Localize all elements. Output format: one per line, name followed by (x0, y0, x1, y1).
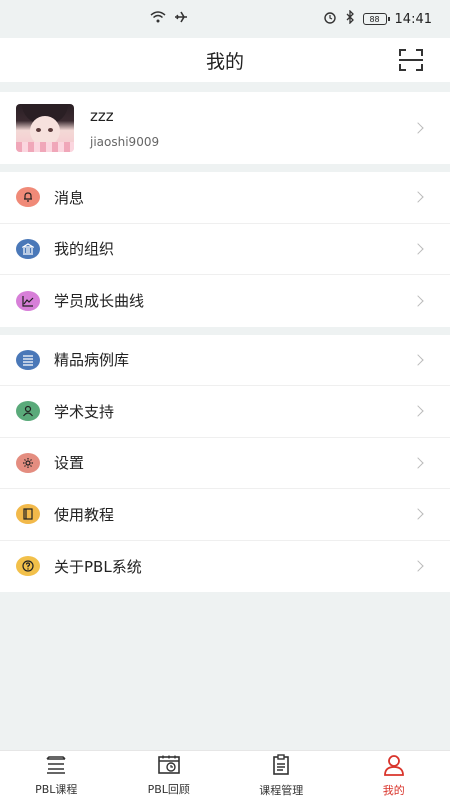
page-header: 我的 (0, 38, 450, 82)
menu-item-label: 关于PBL系统 (54, 557, 142, 576)
separator (0, 326, 450, 335)
person-icon (16, 401, 40, 422)
profile-name: zzz (90, 107, 114, 125)
profile-username: jiaoshi9009 (90, 135, 160, 149)
chevron-right-icon (412, 405, 424, 417)
menu-item-label: 学术支持 (54, 402, 115, 421)
tab-pbl-course[interactable]: PBL课程 (0, 751, 113, 800)
chevron-right-icon (412, 243, 424, 255)
list-icon (16, 349, 40, 370)
user-icon (382, 754, 406, 779)
wifi-icon (150, 11, 166, 27)
clipboard-icon (270, 753, 292, 779)
status-time: 14:41 (394, 11, 432, 27)
menu-item-tutorial[interactable]: 使用教程 (0, 489, 450, 541)
menu-item-settings[interactable]: 设置 (0, 438, 450, 489)
calendar-clock-icon (157, 755, 181, 778)
tab-label: PBL课程 (35, 782, 78, 796)
menu-item-label: 学员成长曲线 (54, 292, 145, 311)
menu-item-case-library[interactable]: 精品病例库 (0, 335, 450, 386)
tab-label: 我的 (382, 783, 405, 797)
gear-icon (16, 452, 40, 473)
avatar (16, 104, 74, 152)
profile-card[interactable]: zzz jiaoshi9009 (0, 92, 450, 164)
question-icon (16, 556, 40, 577)
alarm-icon (323, 10, 337, 28)
bluetooth-icon (345, 9, 355, 28)
menu-group-1: 消息 我的组织 学员成长曲线 (0, 172, 450, 327)
menu-item-growth-curve[interactable]: 学员成长曲线 (0, 275, 450, 327)
chevron-right-icon (412, 457, 424, 469)
separator (0, 82, 450, 92)
status-left (150, 10, 188, 28)
tab-pbl-review[interactable]: PBL回顾 (113, 751, 226, 800)
chevron-right-icon (412, 191, 424, 203)
menu-item-label: 我的组织 (54, 240, 115, 259)
battery-icon: 88 (362, 13, 390, 25)
chevron-right-icon (412, 295, 424, 307)
menu-item-organization[interactable]: 我的组织 (0, 224, 450, 275)
profile-info: zzz jiaoshi9009 (90, 107, 159, 149)
status-bar: 88 14:41 (0, 0, 450, 38)
scan-icon[interactable] (398, 48, 424, 72)
page-title: 我的 (205, 50, 244, 73)
bottom-tabbar: PBL课程 PBL回顾 课程管理 我的 (0, 750, 450, 800)
chevron-right-icon (412, 122, 424, 134)
chevron-right-icon (412, 354, 424, 366)
airplane-icon (174, 10, 188, 28)
layers-icon (44, 755, 68, 778)
book-icon (16, 504, 40, 525)
menu-item-messages[interactable]: 消息 (0, 172, 450, 224)
chevron-right-icon (412, 560, 424, 572)
separator (0, 164, 450, 172)
battery-level: 88 (369, 14, 380, 24)
bell-icon (16, 187, 40, 208)
menu-item-academic-support[interactable]: 学术支持 (0, 386, 450, 438)
chart-icon (16, 290, 40, 311)
status-right: 88 14:41 (323, 9, 432, 28)
menu-item-label: 使用教程 (54, 505, 115, 524)
menu-group-2: 精品病例库 学术支持 设置 使用教程 关于PBL系统 (0, 334, 450, 593)
building-icon (16, 238, 40, 259)
menu-item-label: 设置 (54, 454, 85, 473)
menu-item-label: 精品病例库 (54, 351, 130, 370)
chevron-right-icon (412, 508, 424, 520)
menu-item-label: 消息 (54, 188, 85, 207)
tab-label: PBL回顾 (147, 782, 190, 796)
tab-mine[interactable]: 我的 (338, 751, 450, 800)
tab-course-management[interactable]: 课程管理 (225, 751, 338, 800)
menu-item-about[interactable]: 关于PBL系统 (0, 541, 450, 593)
tab-label: 课程管理 (259, 783, 304, 797)
